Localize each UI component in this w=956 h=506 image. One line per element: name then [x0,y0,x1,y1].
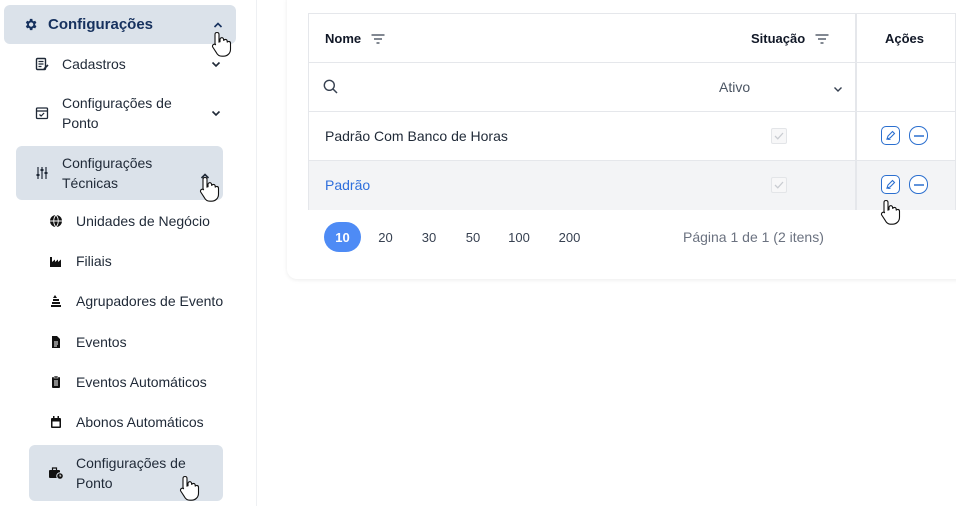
page-size-option[interactable]: 200 [540,222,599,252]
sidebar-item-label: Eventos Automáticos [76,374,207,390]
status-filter-select[interactable]: Ativo [719,79,750,95]
document-clip-icon [48,374,64,390]
sidebar-item-label: Configurações [48,16,154,33]
edit-button[interactable] [881,126,900,145]
sidebar-item-agrupadores-de-evento[interactable]: Agrupadores de Evento [48,290,248,312]
column-header-acoes: Ações [885,31,924,46]
situacao-checkbox [771,177,787,193]
sidebar-item-label: Eventos [76,334,127,350]
document-icon [48,334,64,350]
chevron-up-icon [199,170,211,182]
sidebar: Configurações Cadastros Configurações de… [0,0,257,506]
edit-button[interactable] [881,175,900,194]
sidebar-item-label: Unidades de Negócio [76,213,210,229]
sidebar-item-label: Configurações Técnicas [62,155,153,191]
column-divider [855,14,857,210]
situacao-checkbox [771,128,787,144]
column-header-label: Nome [325,31,362,46]
filter-row: Ativo [309,63,955,112]
table-header: Nome Situação Ações [309,14,955,63]
column-header-situacao[interactable]: Situação [751,31,829,46]
sidebar-item-unidades-de-negocio[interactable]: Unidades de Negócio [48,210,248,232]
sidebar-item-label: Abonos Automáticos [76,414,204,430]
cell-nome: Padrão Com Banco de Horas [325,128,508,144]
cell-nome[interactable]: Padrão [325,177,370,193]
sidebar-item-label: Configurações de Ponto [62,95,172,131]
deactivate-button[interactable] [909,126,928,145]
sidebar-item-configuracoes-de-ponto-tecnicas[interactable]: Configurações de Ponto [29,445,223,501]
filter-icon[interactable] [815,33,829,44]
edit-list-icon [34,56,50,72]
sidebar-item-filiais[interactable]: Filiais [48,250,248,272]
sidebar-item-configuracoes-de-ponto[interactable]: Configurações de Ponto [34,93,234,133]
sidebar-item-configuracoes[interactable]: Configurações [4,5,236,44]
sidebar-item-eventos-automaticos[interactable]: Eventos Automáticos [48,371,248,393]
globe-icon [48,213,64,229]
page-size-option[interactable]: 30 [410,222,448,252]
column-header-label: Situação [751,31,806,46]
page-size-option[interactable]: 50 [448,222,498,252]
factory-icon [48,253,64,269]
page-size-option[interactable]: 10 [324,222,361,252]
table-row[interactable]: Padrão [309,161,955,210]
calendar-icon [48,414,64,430]
table-row[interactable]: Padrão Com Banco de Horas [309,112,955,161]
column-header-nome[interactable]: Nome [325,31,385,46]
gear-icon [22,17,38,33]
sidebar-item-cadastros[interactable]: Cadastros [34,53,234,75]
sidebar-item-label: Configurações de Ponto [76,455,186,491]
chevron-down-icon[interactable] [833,81,843,99]
stack-icon [48,293,64,309]
sidebar-item-abonos-automaticos[interactable]: Abonos Automáticos [48,411,248,433]
briefcase-clock-icon [48,465,64,481]
sidebar-item-label: Agrupadores de Evento [76,293,224,309]
search-icon[interactable] [323,79,338,99]
column-header-label: Ações [885,31,925,46]
page-size-selector: 10 20 30 50 100 200 [324,222,599,252]
pagination-info: Página 1 de 1 (2 itens) [683,229,824,245]
data-grid: Nome Situação Ações Ativo Padrão Com Ban… [308,13,956,210]
sidebar-item-label: Cadastros [62,56,126,72]
sidebar-item-label: Filiais [76,253,112,269]
sliders-icon [34,165,50,181]
chevron-down-icon [210,58,222,70]
sidebar-item-eventos[interactable]: Eventos [48,331,248,353]
filter-icon[interactable] [371,33,385,44]
deactivate-button[interactable] [909,175,928,194]
sidebar-item-configuracoes-tecnicas[interactable]: Configurações Técnicas [16,146,223,200]
page-size-option[interactable]: 20 [361,222,410,252]
page-size-option[interactable]: 100 [498,222,540,252]
calendar-check-icon [34,105,50,121]
chevron-up-icon [212,19,224,31]
chevron-down-icon [210,107,222,119]
